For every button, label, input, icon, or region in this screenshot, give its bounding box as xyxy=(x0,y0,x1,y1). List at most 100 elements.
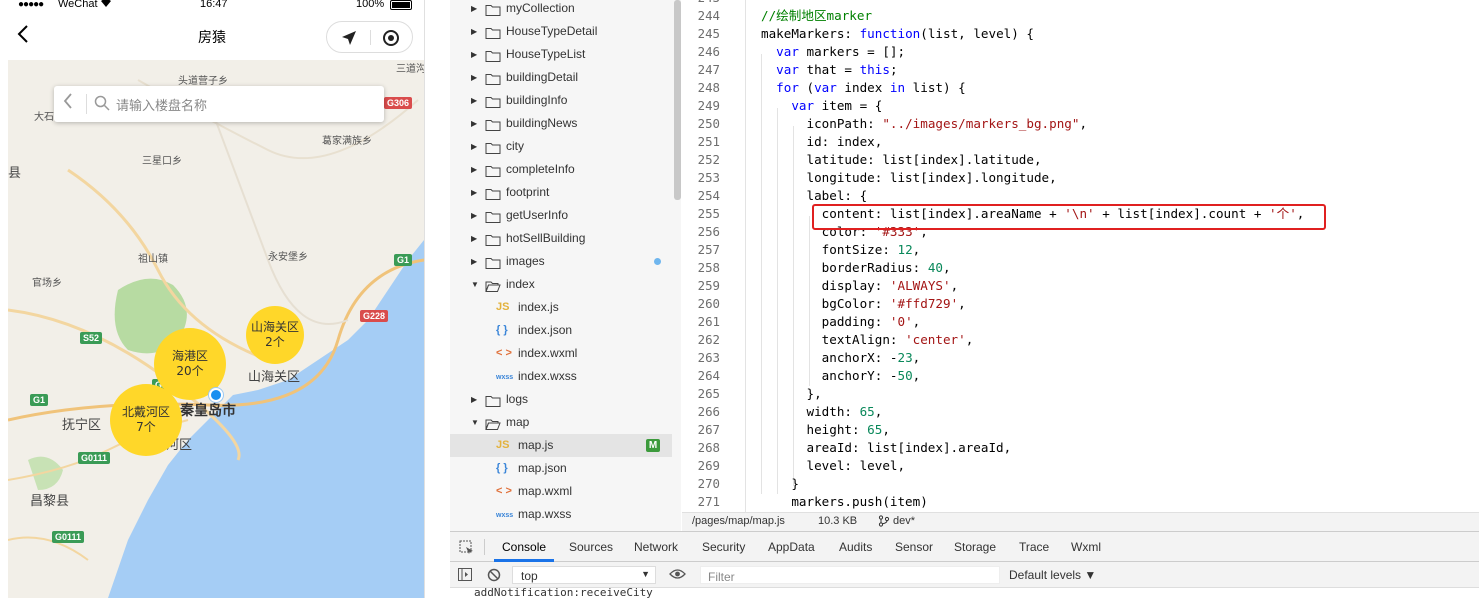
json-file-icon: { } xyxy=(496,324,508,336)
tree-item[interactable]: < > map.wxml xyxy=(450,480,672,503)
tree-item[interactable]: ▶ images xyxy=(450,250,672,273)
code-line: 271 markers.push(item) xyxy=(682,493,1479,511)
map-marker-beidaihe[interactable]: 北戴河区 7个 xyxy=(110,384,182,456)
tree-item[interactable]: { } index.json xyxy=(450,319,672,342)
js-file-icon: JS xyxy=(496,439,510,451)
chevron-right-icon[interactable]: ▶ xyxy=(471,227,477,250)
search-input[interactable]: 请输入楼盘名称 xyxy=(116,95,207,114)
line-number: 257 xyxy=(697,242,720,257)
road-shield: G1 xyxy=(30,394,49,406)
marker-count: 20个 xyxy=(176,364,204,378)
tab-wxml[interactable]: Wxml xyxy=(1071,540,1101,554)
code-editor[interactable]: 243244 //绘制地区marker 245 makeMarkers: functi… xyxy=(682,0,1479,512)
tree-item-label: index.js xyxy=(518,300,559,314)
code-line: 266 width: 65, xyxy=(682,403,1479,421)
tree-item[interactable]: ▶ buildingNews xyxy=(450,112,672,135)
chevron-right-icon[interactable]: ▶ xyxy=(471,204,477,227)
road-shield: G1 xyxy=(394,254,413,266)
filter-input[interactable]: Filter xyxy=(700,566,1000,584)
git-branch-icon xyxy=(878,515,890,530)
editor-status-bar: /pages/map/map.js 10.3 KB dev* xyxy=(682,512,1479,531)
chevron-right-icon[interactable]: ▶ xyxy=(471,388,477,411)
chevron-right-icon[interactable]: ▶ xyxy=(471,158,477,181)
chevron-right-icon[interactable]: ▶ xyxy=(471,250,477,273)
chevron-right-icon[interactable]: ▶ xyxy=(471,43,477,66)
tab-storage[interactable]: Storage xyxy=(954,540,996,554)
map-view[interactable]: 头道营子乡 三道沟 大石 葛家满族乡 三星口乡 县 永安堡乡 祖山镇 官场乡 山… xyxy=(8,60,424,598)
eye-icon[interactable] xyxy=(669,568,686,583)
tab-divider xyxy=(484,539,485,555)
line-number: 258 xyxy=(697,260,720,275)
tab-appdata[interactable]: AppData xyxy=(768,540,815,554)
tree-item[interactable]: ▶ buildingDetail xyxy=(450,66,672,89)
chevron-right-icon[interactable]: ▶ xyxy=(471,20,477,43)
marker-count: 2个 xyxy=(265,335,285,349)
chevron-right-icon[interactable]: ▶ xyxy=(471,66,477,89)
tree-item[interactable]: JS map.js M xyxy=(450,434,672,457)
context-select[interactable]: top ▼ xyxy=(512,566,656,584)
tree-item[interactable]: { } map.json xyxy=(450,457,672,480)
chevron-right-icon[interactable]: ▶ xyxy=(471,0,477,20)
tree-item-label: index.wxml xyxy=(518,346,578,360)
city-label: 秦皇岛市 xyxy=(180,403,236,419)
tree-item[interactable]: ▶ city xyxy=(450,135,672,158)
panel-splitter[interactable] xyxy=(424,0,450,598)
tree-item[interactable]: wxss map.wxss xyxy=(450,503,672,526)
tree-item-label: index.json xyxy=(518,323,573,337)
tree-item-label: buildingNews xyxy=(506,116,578,130)
tree-item[interactable]: ▶ logs xyxy=(450,388,672,411)
tree-item[interactable]: ▶ buildingInfo xyxy=(450,89,672,112)
tree-item-label: map.wxss xyxy=(518,507,572,521)
tab-console[interactable]: Console xyxy=(502,540,546,554)
filter-placeholder: Filter xyxy=(708,570,735,584)
tree-item[interactable]: ▶ HouseTypeDetail xyxy=(450,20,672,43)
chevron-down-icon[interactable]: ▼ xyxy=(471,273,479,296)
tree-item[interactable]: ▶ HouseTypeList xyxy=(450,43,672,66)
inspect-icon[interactable] xyxy=(459,540,474,558)
code-text: width: 65, xyxy=(761,404,883,419)
search-back-button[interactable] xyxy=(62,91,74,115)
tree-item-label: completeInfo xyxy=(506,162,575,176)
line-number: 244 xyxy=(697,8,720,23)
tree-item[interactable]: wxss index.wxss xyxy=(450,365,672,388)
close-target-icon[interactable] xyxy=(382,29,400,51)
tree-item[interactable]: ▼ index xyxy=(450,273,672,296)
tree-item[interactable]: ▶ getUserInfo xyxy=(450,204,672,227)
place-label: 头道营子乡 xyxy=(178,76,228,87)
highlight-box xyxy=(812,204,1326,230)
chevron-right-icon[interactable]: ▶ xyxy=(471,181,477,204)
tree-item[interactable]: ▶ footprint xyxy=(450,181,672,204)
chevron-down-icon[interactable]: ▼ xyxy=(471,411,479,434)
tab-audits[interactable]: Audits xyxy=(839,540,872,554)
chevron-right-icon[interactable]: ▶ xyxy=(471,112,477,135)
clear-console-icon[interactable] xyxy=(487,568,501,585)
search-divider xyxy=(86,94,87,114)
tab-network[interactable]: Network xyxy=(634,540,678,554)
tree-item[interactable]: ▼ map xyxy=(450,411,672,434)
chevron-right-icon[interactable]: ▶ xyxy=(471,135,477,158)
tree-item[interactable]: ▶ completeInfo xyxy=(450,158,672,181)
code-line: 267 height: 65, xyxy=(682,421,1479,439)
tree-item[interactable]: ▶ myCollection xyxy=(450,0,672,20)
log-levels-dropdown[interactable]: Default levels ▼ xyxy=(1009,568,1096,582)
tab-security[interactable]: Security xyxy=(702,540,745,554)
tree-item[interactable]: JS index.js xyxy=(450,296,672,319)
line-number: 270 xyxy=(697,476,720,491)
tree-item[interactable]: < > index.wxml xyxy=(450,342,672,365)
tab-sensor[interactable]: Sensor xyxy=(895,540,933,554)
line-number: 250 xyxy=(697,116,720,131)
line-number: 266 xyxy=(697,404,720,419)
location-arrow-icon[interactable] xyxy=(340,29,358,51)
code-text: var markers = []; xyxy=(776,44,906,59)
code-text: //绘制地区marker xyxy=(761,8,873,23)
file-tree-scrollbar[interactable] xyxy=(674,0,681,200)
line-number: 243 xyxy=(682,0,720,7)
tab-sources[interactable]: Sources xyxy=(569,540,613,554)
map-marker-shanhaiguan[interactable]: 山海关区 2个 xyxy=(246,306,304,364)
tree-item-label: hotSellBuilding xyxy=(506,231,586,245)
tree-item[interactable]: ▶ hotSellBuilding xyxy=(450,227,672,250)
sidebar-toggle-icon[interactable] xyxy=(458,568,472,584)
code-text: level: level, xyxy=(761,458,906,473)
tab-trace[interactable]: Trace xyxy=(1019,540,1049,554)
chevron-right-icon[interactable]: ▶ xyxy=(471,89,477,112)
